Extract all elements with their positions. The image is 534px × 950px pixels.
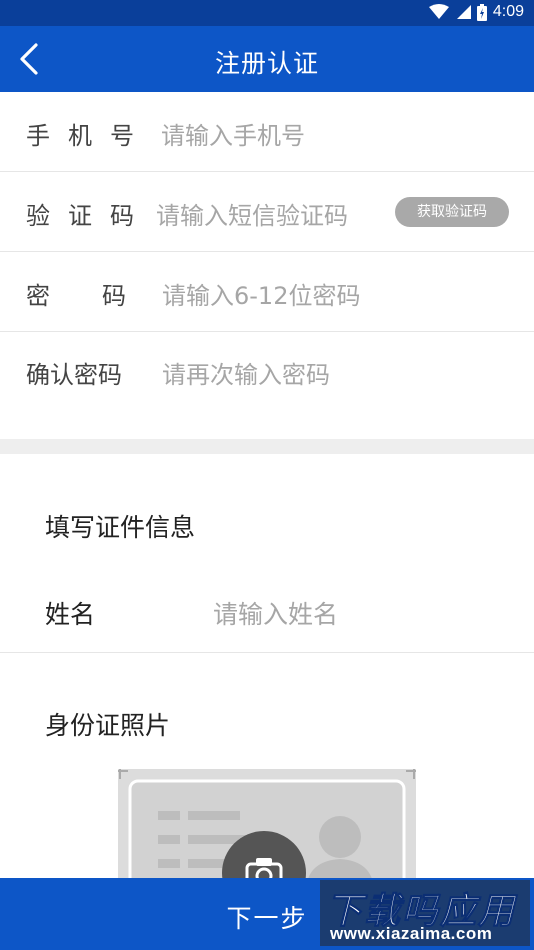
status-bar: 4:09	[0, 0, 534, 26]
certificate-section-title: 填写证件信息	[45, 513, 196, 542]
battery-icon	[476, 3, 487, 21]
phone-input[interactable]: 请输入手机号	[161, 116, 305, 151]
name-input[interactable]: 请输入姓名	[213, 595, 338, 631]
code-input[interactable]: 请输入短信验证码	[156, 196, 348, 231]
wifi-icon	[428, 4, 449, 19]
code-label: 验证码	[26, 202, 152, 230]
name-label: 姓名	[45, 600, 96, 629]
confirm-password-row: 确认密码 请再次输入密码	[0, 331, 534, 411]
page-title: 注册认证	[214, 49, 319, 78]
id-photo-title: 身份证照片	[45, 711, 171, 740]
clock: 4:09	[492, 3, 524, 20]
confirm-password-label: 确认密码	[26, 361, 122, 389]
app-bar: 注册认证	[0, 26, 534, 92]
get-code-button[interactable]: 获取验证码	[395, 197, 509, 227]
confirm-password-input[interactable]: 请再次输入密码	[162, 355, 330, 390]
signal-icon	[456, 5, 471, 19]
id-card-icon	[118, 769, 416, 889]
status-icons: 4:09	[428, 3, 524, 21]
name-row: 姓名 请输入姓名	[0, 571, 534, 653]
phone-label: 手机号	[26, 122, 152, 150]
password-label: 密码	[26, 282, 178, 310]
watermark-logo: 下载吗应用 www.xiazaima.com	[320, 880, 530, 946]
phone-row: 手机号 请输入手机号	[0, 92, 534, 172]
section-divider	[0, 439, 534, 454]
id-card-upload[interactable]	[118, 769, 416, 889]
watermark-url: www.xiazaima.com	[330, 924, 493, 943]
code-row: 验证码 请输入短信验证码 获取验证码	[0, 172, 534, 252]
password-input[interactable]: 请输入6-12位密码	[162, 276, 360, 311]
password-row: 密码 请输入6-12位密码	[0, 252, 534, 332]
